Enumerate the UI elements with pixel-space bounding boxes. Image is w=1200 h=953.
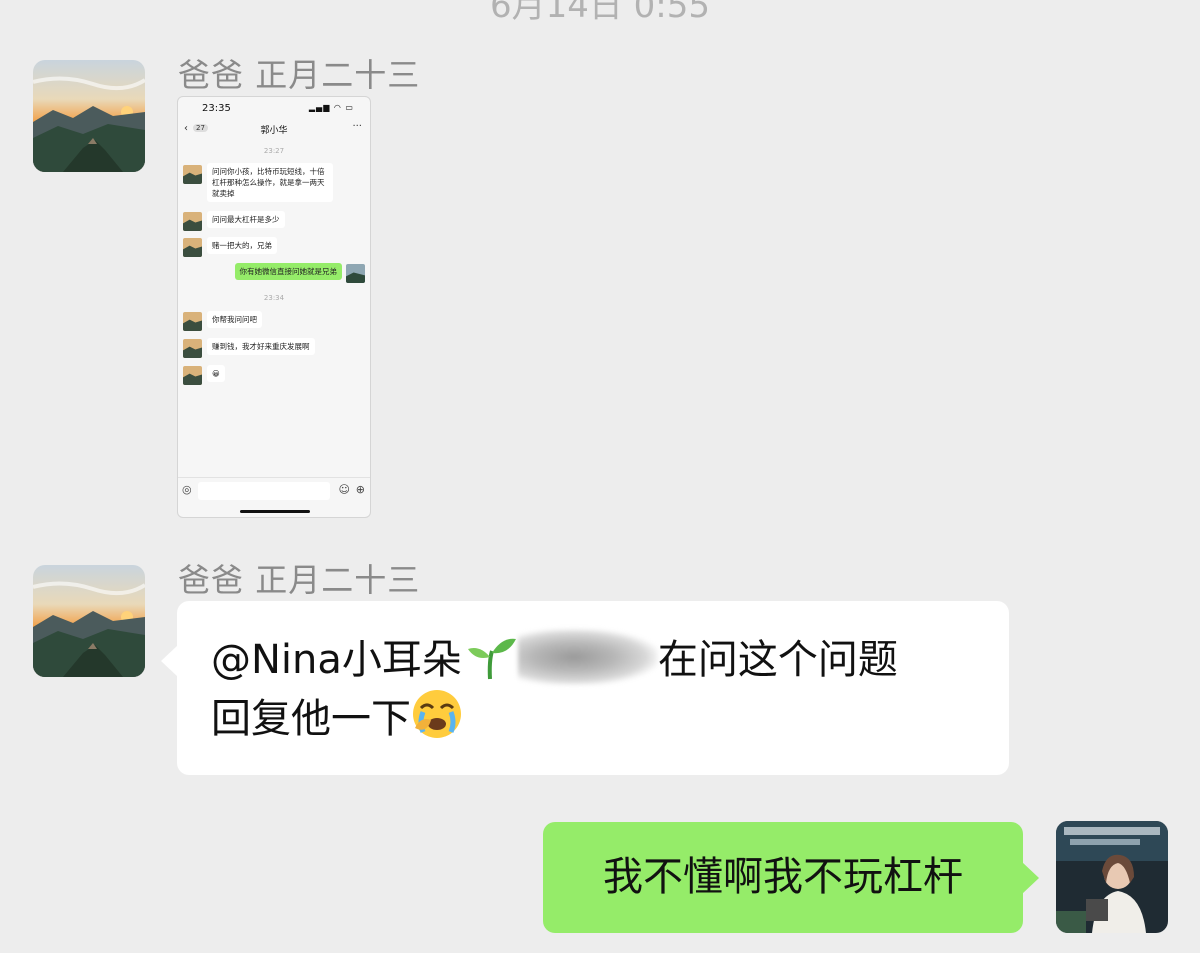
ss-chat-title: 郭小华 [260, 126, 288, 136]
ss-avatar [183, 238, 202, 257]
sender-name: 爸爸 [178, 56, 245, 94]
ss-msg-6: 赚到钱，我才好来重庆发展啊 [207, 338, 315, 355]
top-timestamp: 6月14日 0:55 [489, 0, 711, 26]
user-photo-avatar-icon [1056, 821, 1168, 933]
ss-voice-icon: ◎ [182, 483, 192, 496]
incoming-text-bubble[interactable]: @Nina小耳朵 在问这个问题 回复他一下 [161, 601, 1009, 775]
message-line-1: @Nina小耳朵 在问这个问题 [211, 629, 975, 688]
sender-name: 爸爸 [178, 561, 245, 599]
mountain-sunset-avatar-icon [33, 565, 145, 677]
ss-more-icon: ··· [352, 121, 362, 132]
ss-msg-3: 赌一把大的，兄弟 [207, 237, 277, 254]
ss-msg-7: 😀 [207, 365, 225, 382]
ss-status-time: 23:35 [202, 103, 231, 114]
ss-avatar [183, 165, 202, 184]
ss-emoji-icon: ☺ [338, 483, 350, 496]
self-avatar[interactable] [1056, 821, 1168, 933]
ss-input-field [198, 482, 330, 500]
ss-avatar-self [346, 264, 365, 283]
ss-home-indicator [240, 510, 310, 513]
ss-avatar [183, 212, 202, 231]
outgoing-text-bubble[interactable]: 我不懂啊我不玩杠杆 [543, 822, 1039, 933]
ss-msg-5: 你帮我问问吧 [207, 311, 262, 328]
message-line-2: 回复他一下 [211, 688, 975, 747]
ss-avatar [183, 366, 202, 385]
message-text: 在问这个问题 [657, 637, 898, 683]
ss-msg-2: 问问最大杠杆是多少 [207, 211, 285, 228]
ss-input-bar: ◎ ☺ ⊕ [178, 477, 370, 503]
sender-date: 正月二十三 [255, 561, 421, 599]
sender-avatar[interactable] [33, 565, 145, 677]
message-text-line2: 回复他一下 [211, 696, 411, 742]
sender-date: 正月二十三 [255, 56, 421, 94]
screenshot-image-message[interactable]: 23:35 ▂▄▆ ◠ ▭ ‹ 27 郭小华 ··· 23:27 问问你小孩，比… [177, 96, 371, 518]
ss-time-2: 23:34 [263, 294, 285, 302]
mention-text[interactable]: @Nina小耳朵 [211, 637, 462, 683]
crying-face-icon [413, 690, 461, 738]
sender-name-date: 爸爸 正月二十三 [178, 555, 420, 601]
sender-name-date: 爸爸 正月二十三 [178, 50, 420, 96]
mountain-sunset-avatar-icon [33, 60, 145, 172]
sender-avatar[interactable] [33, 60, 145, 172]
redacted-name [517, 629, 658, 685]
ss-time-1: 23:27 [263, 147, 285, 155]
seedling-icon [467, 638, 516, 680]
ss-header: ‹ 27 郭小华 ··· [178, 121, 370, 141]
ss-avatar [183, 312, 202, 331]
ss-avatar [183, 339, 202, 358]
ss-plus-icon: ⊕ [355, 483, 365, 496]
ss-msg-1: 问问你小孩，比特币玩短线，十倍杠杆那种怎么操作，就是拿一两天就卖掉 [207, 163, 333, 202]
ss-status-icons: ▂▄▆ ◠ ▭ [308, 103, 354, 112]
ss-msg-4: 你有她微信直接问她就是兄弟 [234, 263, 342, 280]
